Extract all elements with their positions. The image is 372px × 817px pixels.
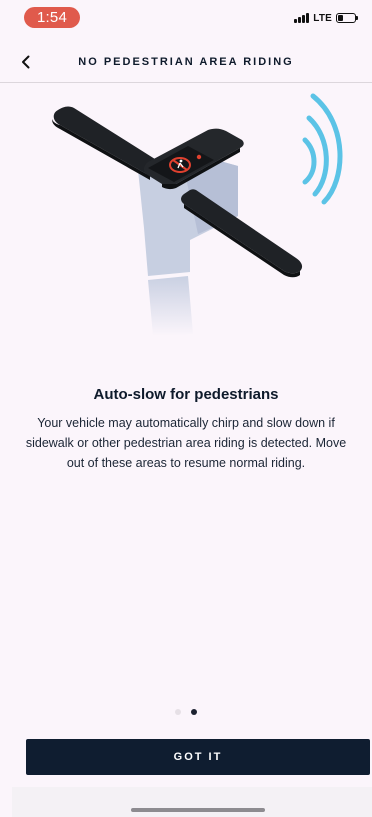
back-button[interactable] (14, 50, 38, 74)
network-type: LTE (313, 12, 332, 24)
chevron-left-icon (22, 55, 30, 69)
home-indicator-area (12, 787, 372, 817)
header: NO PEDESTRIAN AREA RIDING (0, 40, 372, 83)
home-indicator[interactable] (131, 808, 265, 812)
sound-waves-icon (302, 93, 343, 205)
status-bar: 1:54 LTE (0, 0, 372, 40)
page-title: NO PEDESTRIAN AREA RIDING (78, 56, 294, 68)
status-indicators: LTE (294, 10, 358, 26)
pagination-dot[interactable] (191, 709, 197, 715)
got-it-button[interactable]: GOT IT (26, 739, 370, 775)
battery-icon (336, 13, 358, 23)
pagination-dots (0, 709, 372, 715)
content-title: Auto-slow for pedestrians (93, 386, 279, 403)
content-body: Your vehicle may automatically chirp and… (25, 416, 347, 470)
scooter-handlebar-illustration (52, 93, 343, 336)
pagination-dot[interactable] (175, 709, 181, 715)
signal-icon (294, 13, 310, 23)
status-time: 1:54 (24, 7, 80, 28)
stem-lower (148, 276, 193, 336)
battery-level (338, 15, 343, 21)
